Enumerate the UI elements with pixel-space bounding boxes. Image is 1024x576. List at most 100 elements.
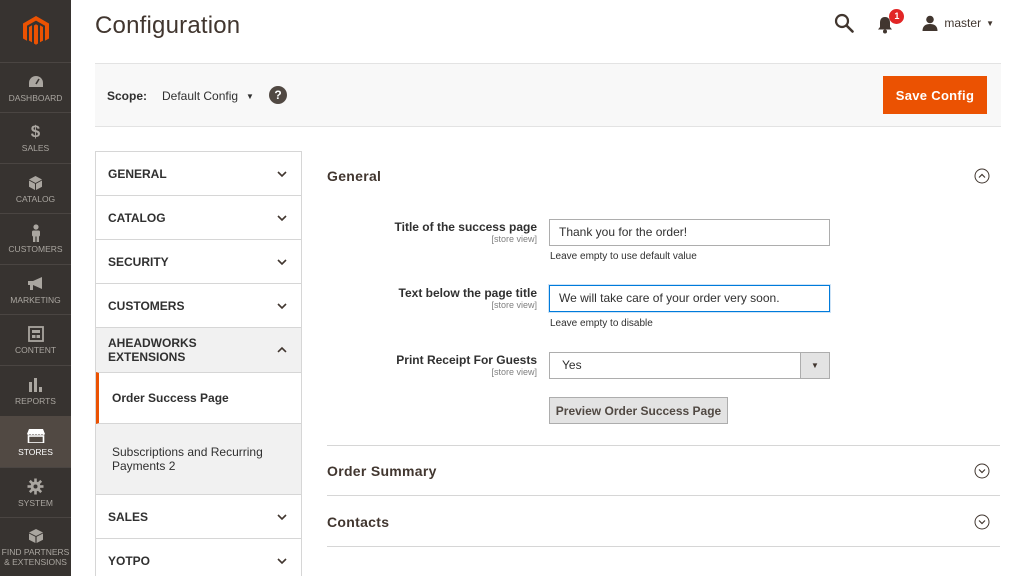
scope-hint: [store view] [491, 234, 537, 244]
storefront-icon [26, 427, 46, 445]
label-text: Print Receipt For Guests [396, 353, 537, 367]
tab-label: AHEADWORKS EXTENSIONS [108, 336, 197, 364]
field-label-text-below-title: Text below the page title [store view] [399, 286, 537, 310]
scope-hint: [store view] [491, 367, 537, 377]
nav-item-label: FIND PARTNERS & EXTENSIONS [1, 547, 70, 567]
section-general-header[interactable]: General [327, 151, 1000, 201]
nav-item-label: SYSTEM [18, 497, 53, 508]
tab-order-success-page[interactable]: Order Success Page [96, 372, 301, 424]
tab-subscriptions-recurring-payments[interactable]: Subscriptions and Recurring Payments 2 [96, 424, 301, 494]
config-tabs: GENERAL CATALOG SECURITY CUSTOMERS AHEAD… [95, 151, 302, 576]
chevron-down-icon [277, 170, 287, 177]
section-title: General [327, 168, 382, 184]
aheadworks-submenu: Order Success Page Subscriptions and Rec… [96, 372, 301, 495]
section-order-summary-header[interactable]: Order Summary [327, 446, 1000, 496]
chevron-down-icon [277, 302, 287, 309]
box-icon [26, 527, 46, 545]
chevron-down-icon [277, 214, 287, 221]
magento-logo[interactable] [0, 0, 71, 62]
user-menu[interactable]: master ▼ [922, 15, 994, 31]
select-value: Yes [562, 358, 582, 372]
chevron-down-icon [277, 557, 287, 564]
notification-badge: 1 [889, 9, 905, 24]
label-text: Title of the success page [394, 220, 538, 234]
nav-item-label: CUSTOMERS [8, 244, 63, 254]
nav-item-label: MARKETING [10, 294, 61, 305]
nav-item-find-partners[interactable]: FIND PARTNERS & EXTENSIONS [0, 517, 71, 576]
user-name: master [944, 16, 982, 30]
nav-item-marketing[interactable]: MARKETING [0, 264, 71, 314]
section-contacts-header[interactable]: Contacts [327, 497, 1000, 547]
nav-item-label: DASHBOARD [8, 92, 63, 103]
scope-value: Default Config [162, 89, 239, 103]
tab-catalog[interactable]: CATALOG [96, 196, 301, 240]
nav-item-content[interactable]: CONTENT [0, 314, 71, 365]
tab-label: GENERAL [108, 166, 167, 181]
expand-icon [974, 514, 990, 529]
section-title: Order Summary [327, 462, 437, 479]
scope-switcher[interactable]: Default Config ▼ [162, 89, 254, 103]
field-label-print-receipt: Print Receipt For Guests [store view] [396, 353, 537, 377]
chevron-down-icon [277, 513, 287, 520]
tab-sales[interactable]: SALES [96, 495, 301, 539]
gear-icon [26, 478, 46, 496]
tab-label: SECURITY [108, 254, 169, 269]
nav-item-label: REPORTS [15, 396, 56, 406]
chevron-down-icon [277, 258, 287, 265]
layout-icon [26, 325, 46, 343]
field-note: Leave empty to use default value [550, 251, 697, 262]
search-icon[interactable] [834, 13, 855, 33]
nav-item-system[interactable]: SYSTEM [0, 467, 71, 517]
nav-item-customers[interactable]: CUSTOMERS [0, 213, 71, 264]
cube-icon [26, 174, 46, 192]
scope-label: Scope: [107, 89, 148, 103]
tab-aheadworks-extensions[interactable]: AHEADWORKS EXTENSIONS [96, 328, 301, 372]
section-title: Contacts [327, 513, 390, 530]
caret-down-icon: ▼ [986, 18, 994, 28]
expand-icon [974, 463, 990, 478]
admin-sidebar: DASHBOARD $ SALES CATALOG CUSTOMERS MARK… [0, 0, 71, 576]
nav-item-label: SALES [21, 143, 50, 153]
field-label-success-title: Title of the success page [store view] [395, 220, 538, 244]
chevron-up-icon [277, 346, 287, 353]
tab-customers[interactable]: CUSTOMERS [96, 284, 301, 328]
print-receipt-select[interactable]: Yes ▼ [549, 352, 830, 379]
text-below-title-input[interactable]: We will take care of your order very soo… [549, 285, 830, 312]
megaphone-icon [26, 275, 46, 293]
nav-item-catalog[interactable]: CATALOG [0, 163, 71, 213]
nav-item-label: CATALOG [15, 193, 56, 204]
nav-item-reports[interactable]: REPORTS [0, 365, 71, 416]
magento-logo-icon [22, 16, 49, 45]
page-title: Configuration [95, 12, 241, 39]
caret-down-icon: ▼ [246, 91, 254, 101]
preview-order-success-button[interactable]: Preview Order Success Page [549, 397, 728, 424]
person-icon [26, 224, 46, 242]
field-note: Leave empty to disable [550, 318, 653, 329]
tab-label: YOTPO [108, 553, 151, 568]
tab-label: CATALOG [108, 210, 166, 225]
help-icon[interactable]: ? [269, 86, 287, 104]
tab-general[interactable]: GENERAL [96, 152, 301, 196]
bar-chart-icon [26, 376, 46, 394]
dashboard-icon [26, 73, 46, 91]
caret-down-icon: ▼ [800, 353, 829, 378]
tab-security[interactable]: SECURITY [96, 240, 301, 284]
save-config-button[interactable]: Save Config [883, 76, 987, 114]
success-title-input[interactable]: Thank you for the order! [549, 219, 830, 246]
nav-item-stores[interactable]: STORES [0, 416, 71, 467]
label-text: Text below the page title [398, 286, 537, 300]
user-icon [922, 15, 938, 31]
nav-item-label: CONTENT [14, 345, 57, 355]
header-actions: 1 master ▼ [834, 9, 994, 36]
nav-item-label: STORES [18, 446, 53, 457]
notifications-button[interactable]: 1 [878, 9, 905, 34]
tab-label: SALES [108, 509, 149, 524]
scope-hint: [store view] [491, 300, 537, 310]
tab-label: CUSTOMERS [108, 298, 185, 313]
scope-bar: Scope: Default Config ▼ ? Save Config [95, 63, 1001, 127]
nav-item-sales[interactable]: $ SALES [0, 112, 71, 163]
dollar-icon: $ [30, 122, 41, 141]
collapse-icon [974, 168, 990, 184]
nav-item-dashboard[interactable]: DASHBOARD [0, 62, 71, 112]
tab-yotpo[interactable]: YOTPO [96, 539, 301, 576]
